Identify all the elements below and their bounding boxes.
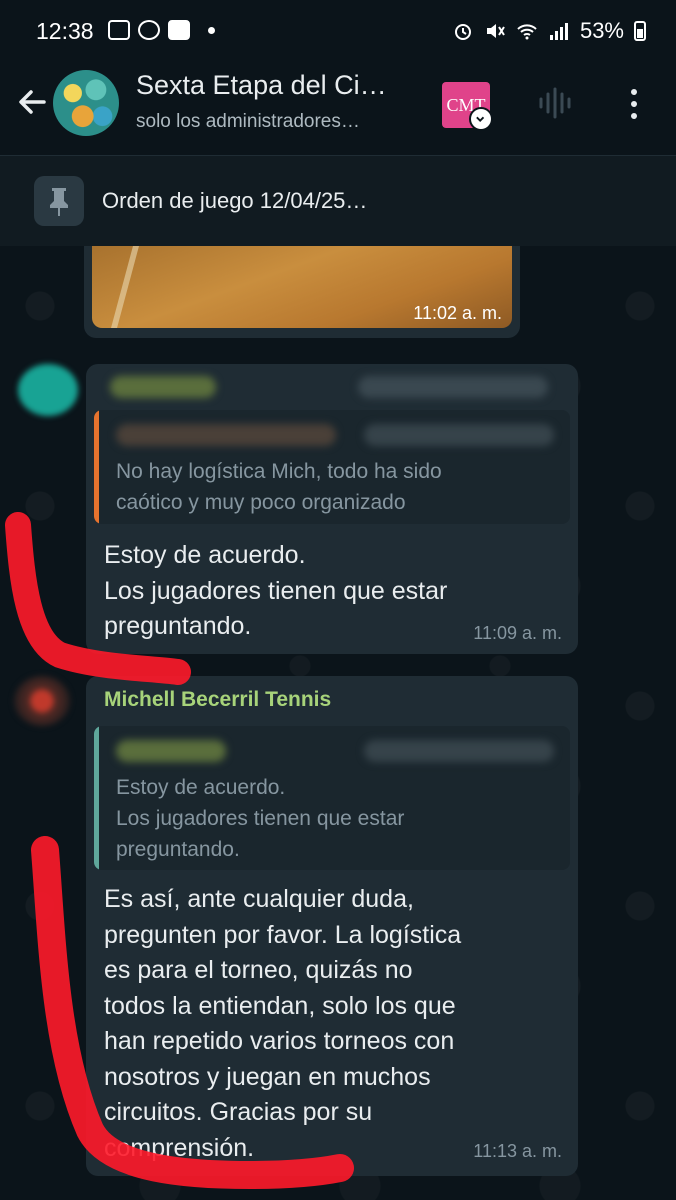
redacted-quoted-phone bbox=[364, 424, 554, 446]
message-text: Estoy de acuerdo. Los jugadores tienen q… bbox=[104, 541, 448, 640]
quote-accent-bar bbox=[94, 726, 99, 870]
group-avatar[interactable] bbox=[53, 70, 119, 136]
message-time: 11:02 a. m. bbox=[413, 303, 502, 323]
back-arrow-icon[interactable] bbox=[14, 84, 50, 120]
sender-name[interactable]: Michell Becerril Tennis bbox=[104, 688, 331, 712]
status-bar: 12:38 53% bbox=[0, 0, 676, 62]
whatsapp-icon bbox=[138, 20, 160, 40]
chat-subtitle[interactable]: solo los administradores… bbox=[136, 111, 426, 133]
pinned-message-text: Orden de juego 12/04/25… bbox=[102, 188, 368, 213]
photo-message[interactable]: 11:02 a. m. bbox=[84, 246, 520, 338]
quoted-message[interactable]: Estoy de acuerdo. Los jugadores tienen q… bbox=[94, 726, 570, 870]
redacted-sender-name bbox=[110, 376, 216, 398]
message-text: Es así, ante cualquier duda, pregunten p… bbox=[104, 885, 462, 1162]
quoted-text: No hay logística Mich, todo ha sido caót… bbox=[116, 460, 442, 514]
battery-percent: 53% bbox=[579, 18, 624, 43]
notification-icons bbox=[108, 20, 215, 40]
gallery-icon bbox=[108, 20, 130, 40]
chat-area[interactable]: 11:02 a. m. No hay logística Mich, todo … bbox=[0, 246, 676, 1200]
chevron-down-icon[interactable] bbox=[469, 107, 493, 131]
voice-chat-icon[interactable] bbox=[537, 86, 573, 120]
mute-icon bbox=[486, 24, 505, 38]
signal-icon bbox=[549, 23, 568, 40]
status-time: 12:38 bbox=[36, 18, 94, 44]
court-line bbox=[111, 246, 139, 328]
sender-avatar[interactable] bbox=[18, 364, 78, 416]
pinned-message-bar[interactable]: Orden de juego 12/04/25… bbox=[0, 155, 676, 246]
message-bubble[interactable]: No hay logística Mich, todo ha sido caót… bbox=[86, 364, 578, 654]
chat-title[interactable]: Sexta Etapa del Ci… bbox=[136, 70, 426, 101]
sender-avatar[interactable] bbox=[14, 676, 70, 726]
chat-header: Sexta Etapa del Ci… solo los administrad… bbox=[0, 62, 676, 152]
more-options-icon[interactable] bbox=[624, 86, 644, 122]
redacted-quoted-sender bbox=[116, 424, 336, 446]
quote-accent-bar bbox=[94, 410, 99, 524]
redacted-quoted-phone bbox=[364, 740, 554, 762]
pin-icon bbox=[34, 176, 84, 226]
more-notifications-dot bbox=[208, 26, 215, 34]
message-time: 11:13 a. m. bbox=[473, 1141, 562, 1161]
quoted-message[interactable]: No hay logística Mich, todo ha sido caót… bbox=[94, 410, 570, 524]
wifi-icon bbox=[517, 24, 537, 40]
system-icons: 53% bbox=[452, 18, 646, 44]
alarm-icon bbox=[454, 24, 471, 40]
battery-icon bbox=[634, 21, 646, 41]
message-bubble[interactable]: Michell Becerril Tennis Estoy de acuerdo… bbox=[86, 676, 578, 1176]
quoted-text: Estoy de acuerdo. Los jugadores tienen q… bbox=[116, 776, 405, 861]
youtube-icon bbox=[168, 20, 190, 40]
redacted-quoted-sender bbox=[116, 740, 226, 762]
message-time: 11:09 a. m. bbox=[473, 623, 562, 643]
redacted-phone-number bbox=[358, 376, 548, 398]
